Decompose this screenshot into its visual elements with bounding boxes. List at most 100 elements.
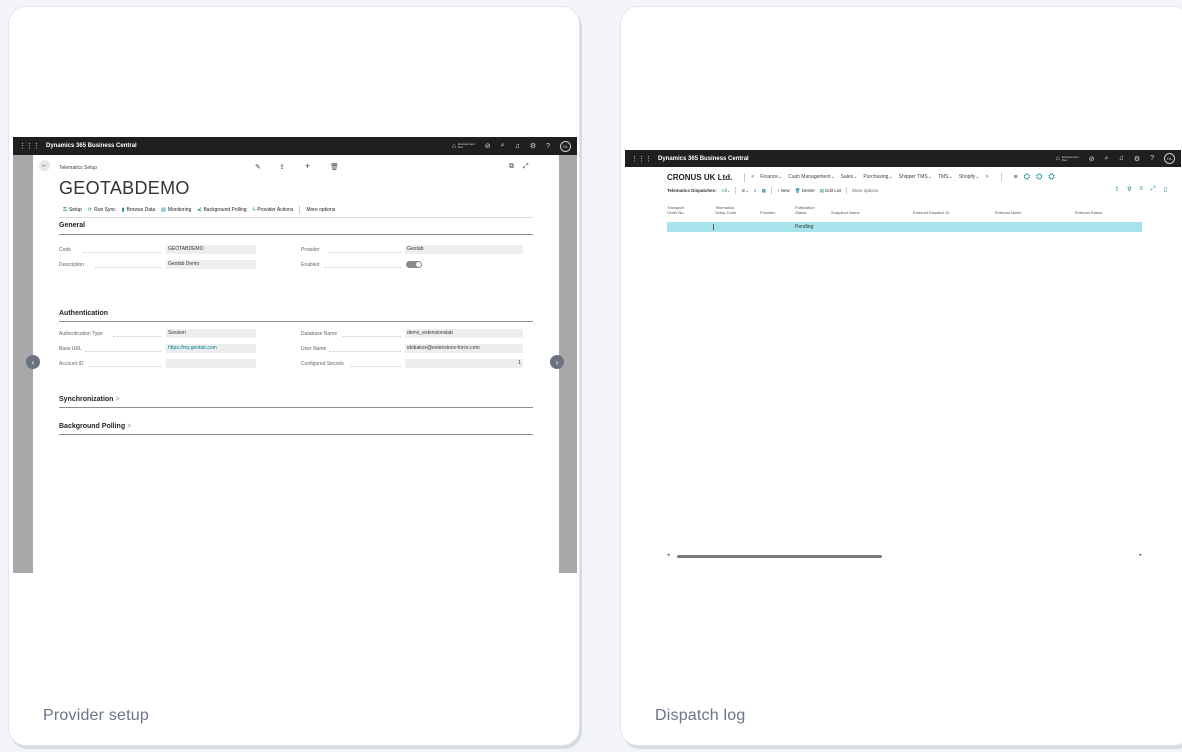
base-url-dots	[85, 351, 161, 352]
bell-icon[interactable]: ♫	[515, 143, 520, 150]
expand-icon[interactable]: ⤢	[523, 163, 529, 171]
expand-icon[interactable]: ⤢	[1151, 186, 1156, 193]
general-section-title: General	[59, 222, 86, 229]
configured-secrets-field[interactable]: 1	[405, 359, 523, 368]
app-name: Dynamics 365 Business Central	[46, 143, 137, 149]
search-icon[interactable]: ⌕	[1105, 155, 1109, 163]
copilot-icon[interactable]: ⊘⌄	[741, 188, 749, 194]
user-name-field[interactable]: idobakov@extensions-force.com	[405, 344, 523, 353]
gear-icon[interactable]: ⚙	[1134, 155, 1140, 163]
building-icon: ⌂	[451, 142, 456, 150]
run-sync-action[interactable]: ⟳ Run Sync	[88, 207, 116, 213]
app-launcher-icon[interactable]: ⋮⋮⋮	[19, 142, 40, 150]
provider-actions-action[interactable]: ϟ Provider Actions	[253, 207, 294, 213]
monitoring-action[interactable]: ▤ Monitoring	[161, 207, 191, 213]
column-header-external-name[interactable]: External Name	[995, 210, 1021, 215]
delete-button[interactable]: 🗑 Delete	[795, 188, 815, 194]
column-header-external-status[interactable]: External Status	[1075, 210, 1102, 215]
column-header-publication-status[interactable]: Publication Status	[795, 205, 823, 215]
base-url-field[interactable]: https://my.geotab.com	[166, 344, 256, 353]
enabled-toggle[interactable]	[406, 261, 422, 268]
database-name-field[interactable]: demo_extensionslab	[405, 329, 523, 338]
action-bar: ⚿ Setup ⟳ Run Sync ▮ Browse Data ▤ Monitorin…	[63, 206, 341, 214]
authentication-type-label: Authentication Type	[59, 331, 103, 337]
menu-shopify[interactable]: Shopify⌄	[959, 174, 980, 180]
search-icon[interactable]: ⌕	[501, 142, 505, 150]
copilot-icon[interactable]: ⊘	[485, 142, 491, 150]
share-icon[interactable]: ⇪	[1114, 186, 1119, 193]
code-field[interactable]: GEOTABDEMO	[166, 245, 256, 254]
help-icon[interactable]: ?	[546, 143, 550, 150]
environment-indicator[interactable]: ⌂ Environment Dev	[452, 143, 475, 150]
account-id-field[interactable]	[166, 359, 256, 368]
data-icon: ▮	[121, 207, 125, 213]
open-new-window-icon[interactable]: ⧉	[509, 163, 514, 171]
list-action-bar: Telematics Dispatches: All⌄ ⊘⌄ ⌕ ▦ + New…	[667, 187, 878, 194]
column-header-transport-order-no[interactable]: Transport Order No.	[667, 205, 695, 215]
menu-shipper-tms[interactable]: Shipper TMS⌄	[899, 174, 932, 180]
add-icon[interactable]: +	[305, 161, 310, 171]
bar-divider	[770, 187, 772, 194]
chevron-right-icon: >	[115, 396, 120, 403]
app-name: Dynamics 365 Business Central	[658, 155, 749, 162]
column-header-external-dispatch-id[interactable]: External Dispatch ID	[913, 210, 949, 215]
column-header-telematics-setup-code[interactable]: Telematics Setup Code	[715, 205, 745, 215]
share-icon[interactable]: ⇪	[279, 163, 285, 171]
menu-tms[interactable]: TMS⌄	[938, 174, 953, 180]
new-button[interactable]: + New	[777, 188, 790, 193]
description-field[interactable]: Geotab Demo	[166, 260, 256, 269]
edit-list-button[interactable]: ▤ Edit List	[820, 188, 842, 194]
help-icon[interactable]: ?	[1150, 155, 1154, 162]
avatar[interactable]: OL	[560, 140, 571, 152]
role-center-nav: CRONUS UK Ltd. < Finance⌄ Cash Managemen…	[667, 172, 1055, 182]
notification-icon[interactable]: ⛭	[1048, 172, 1054, 182]
search-icon[interactable]: ⌕	[754, 188, 757, 193]
bell-icon[interactable]: ♫	[1119, 155, 1124, 162]
background-polling-action[interactable]: ◂) Background Polling	[197, 207, 246, 213]
menu-finance[interactable]: Finance⌄	[760, 174, 782, 180]
chevron-right-icon[interactable]: >	[986, 174, 989, 180]
environment-indicator[interactable]: ⌂ Environment Dev	[1056, 155, 1079, 162]
column-header-snapshot-name[interactable]: Snapshot Name	[831, 210, 860, 215]
menu-sales[interactable]: Sales⌄	[841, 174, 858, 180]
scroll-right-arrow[interactable]: ▸	[1139, 552, 1142, 558]
filter-icon[interactable]: ∇	[1127, 186, 1131, 193]
column-header-provider[interactable]: Provider	[760, 210, 775, 215]
synchronization-section[interactable]: Synchronization >	[59, 396, 120, 403]
building-icon: ⌂	[1055, 155, 1060, 162]
notification-icon[interactable]: ⛭	[1024, 172, 1030, 182]
open-in-excel-icon[interactable]: ▦	[762, 188, 766, 194]
previous-record-button[interactable]: ‹	[26, 355, 40, 369]
filter-view[interactable]: All⌄	[722, 188, 731, 194]
info-pane-icon[interactable]: ▯	[1164, 186, 1167, 193]
provider-setup-screenshot: ⋮⋮⋮ Dynamics 365 Business Central ⌂ Envi…	[13, 137, 577, 573]
edit-icon[interactable]: ✎	[255, 163, 261, 171]
table-row[interactable]: Pending	[667, 222, 1142, 232]
company-name[interactable]: CRONUS UK Ltd.	[667, 173, 732, 182]
setup-action[interactable]: ⚿ Setup	[63, 207, 82, 213]
menu-purchasing[interactable]: Purchasing⌄	[863, 174, 892, 180]
scroll-left-arrow[interactable]: ◂	[667, 552, 670, 558]
chevron-left-icon[interactable]: <	[751, 174, 754, 180]
more-options-action[interactable]: More options	[306, 207, 335, 213]
gear-icon[interactable]: ⚙	[530, 142, 536, 150]
app-launcher-icon[interactable]: ⋮⋮⋮	[631, 155, 652, 163]
hamburger-icon[interactable]: ≡	[1014, 174, 1018, 181]
avatar[interactable]: OL	[1164, 153, 1175, 164]
provider-field[interactable]: Geotab	[405, 245, 523, 254]
list-view-icon[interactable]: ≡	[1139, 186, 1143, 193]
browse-data-action[interactable]: ▮ Browse Data	[122, 207, 155, 213]
delete-icon[interactable]: 🗑	[330, 163, 339, 171]
menu-cash-management[interactable]: Cash Management⌄	[788, 174, 834, 180]
horizontal-scrollbar[interactable]: ◂ ▸	[667, 552, 1142, 560]
background-polling-section[interactable]: Background Polling >	[59, 423, 131, 430]
next-record-button[interactable]: ›	[550, 355, 564, 369]
back-button[interactable]: ←	[39, 160, 50, 171]
authentication-type-field[interactable]: Session	[166, 329, 256, 338]
notification-icon[interactable]: ⛭	[1036, 172, 1042, 182]
copilot-icon[interactable]: ⊘	[1089, 155, 1095, 163]
dispatch-log-card: ⋮⋮⋮ Dynamics 365 Business Central ⌂ Envi…	[620, 6, 1182, 746]
more-options-button[interactable]: More options	[852, 188, 878, 193]
scrollbar-thumb[interactable]	[677, 555, 882, 558]
toggle-knob	[416, 262, 421, 267]
